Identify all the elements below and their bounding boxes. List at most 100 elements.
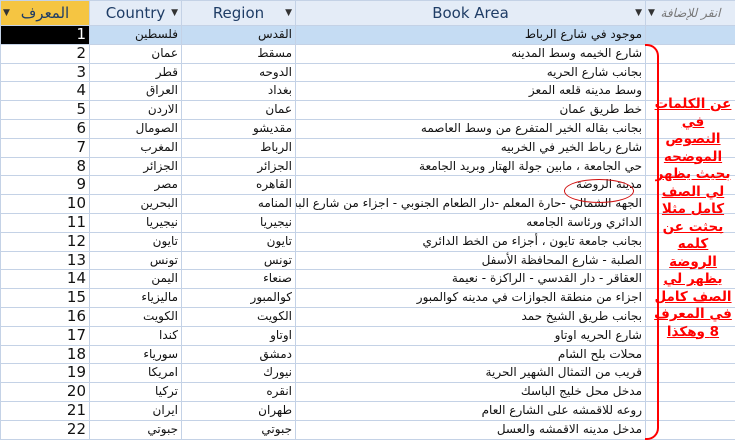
id-cell[interactable]: 6 (0, 118, 90, 139)
book-area-cell[interactable]: الصلبة - شارع المحافظة الأسفل (295, 250, 646, 271)
table-row[interactable]: 1 فلسطين القدس موجود في شارع الرباط (0, 25, 735, 45)
book-area-cell[interactable]: شارع رباط الخير في الخربيه (295, 137, 646, 158)
region-cell[interactable]: طهران (181, 400, 296, 421)
region-cell[interactable]: الرباط (181, 137, 296, 158)
id-cell[interactable]: 19 (0, 363, 90, 384)
id-cell[interactable]: 18 (0, 344, 90, 365)
book-area-cell[interactable]: بجانب جامعة تايون ، أجزاء من الخط الدائر… (295, 231, 646, 252)
column-header-book-area[interactable]: Book Area ▼ (295, 0, 646, 26)
country-cell[interactable]: تركيا (89, 382, 182, 402)
dropdown-arrow-icon[interactable]: ▼ (3, 2, 10, 25)
dropdown-arrow-icon[interactable]: ▼ (285, 2, 292, 25)
id-cell[interactable]: 17 (0, 325, 90, 346)
column-header-country[interactable]: Country ▼ (89, 0, 182, 26)
column-header-id[interactable]: المعرف ▼ (0, 0, 90, 26)
country-cell[interactable]: البحرين (89, 194, 182, 214)
id-cell[interactable]: 20 (0, 382, 90, 402)
id-cell[interactable]: 22 (0, 419, 90, 440)
country-cell[interactable]: سورياء (89, 344, 182, 365)
region-cell[interactable]: اوتاو (181, 325, 296, 346)
book-area-cell[interactable]: بجانب طريق الشيخ حمد (295, 306, 646, 327)
dropdown-arrow-icon[interactable]: ▼ (635, 2, 642, 25)
book-area-cell[interactable]: روعه للاقمشه على الشارع العام (295, 400, 646, 421)
id-cell[interactable]: 14 (0, 269, 90, 290)
book-area-cell[interactable]: بجانب شارع الحريه (295, 62, 646, 83)
country-cell[interactable]: امريكا (89, 363, 182, 384)
table-row[interactable]: 12 تايون تايون بجانب جامعة تايون ، أجزاء من… (0, 231, 735, 252)
id-cell[interactable]: 11 (0, 212, 90, 233)
book-area-cell[interactable]: شارع الخيمه وسط المدينه (295, 43, 646, 64)
country-cell[interactable]: ماليزياء (89, 288, 182, 308)
region-cell[interactable]: نيجيريا (181, 212, 296, 233)
region-cell[interactable]: مسقط (181, 43, 296, 64)
region-cell[interactable]: نيورك (181, 363, 296, 384)
country-cell[interactable]: جبوتي (89, 419, 182, 440)
id-cell[interactable]: 7 (0, 137, 90, 158)
id-cell[interactable]: 4 (0, 81, 90, 102)
book-area-cell[interactable]: خط طريق عمان (295, 100, 646, 120)
book-area-cell[interactable]: محلات بلح الشام (295, 344, 646, 365)
id-cell[interactable]: 15 (0, 288, 90, 308)
country-cell[interactable]: تونس (89, 250, 182, 271)
region-cell[interactable]: القدس (181, 25, 296, 45)
region-cell[interactable]: المنامه (181, 194, 296, 214)
column-header-region[interactable]: Region ▼ (181, 0, 296, 26)
country-cell[interactable]: نيجيريا (89, 212, 182, 233)
book-area-cell[interactable]: اجزاء من منطقة الجوازات في مدينه كوالمبو… (295, 288, 646, 308)
country-cell[interactable]: الصومال (89, 118, 182, 139)
table-row[interactable]: 22 جبوتي جبوتي مدخل مدينه الاقمشه والعسل (0, 419, 735, 440)
region-cell[interactable]: جبوتي (181, 419, 296, 440)
book-area-cell[interactable]: بجانب بقاله الخير المتفرع من وسط العاصمه (295, 118, 646, 139)
region-cell[interactable]: تايون (181, 231, 296, 252)
region-cell[interactable]: مقديشو (181, 118, 296, 139)
book-area-cell[interactable]: شارع الحريه اوتاو (295, 325, 646, 346)
column-header-click-to-add[interactable]: انقر للإضافة ▼ (645, 0, 735, 26)
region-cell[interactable]: الكويت (181, 306, 296, 327)
region-cell[interactable]: الدوحه (181, 62, 296, 83)
book-area-cell[interactable]: موجود في شارع الرباط (295, 25, 646, 45)
country-cell[interactable]: المغرب (89, 137, 182, 158)
dropdown-arrow-icon[interactable]: ▼ (171, 2, 178, 25)
country-cell[interactable]: الكويت (89, 306, 182, 327)
id-cell[interactable]: 3 (0, 62, 90, 83)
table-row[interactable]: 5 الاردن عمان خط طريق عمان (0, 100, 735, 120)
region-cell[interactable]: كوالمبور (181, 288, 296, 308)
table-row[interactable]: 15 ماليزياء كوالمبور اجزاء من منطقة الجوازا… (0, 288, 735, 308)
book-area-cell[interactable]: العقاقر - دار القدسي - الراكزة - نعيمة (295, 269, 646, 290)
id-cell[interactable]: 12 (0, 231, 90, 252)
id-cell[interactable]: 1 (0, 25, 90, 45)
table-row[interactable]: 7 المغرب الرباط شارع رباط الخير في الخربيه (0, 137, 735, 158)
region-cell[interactable]: بغداد (181, 81, 296, 102)
table-row[interactable]: 11 نيجيريا نيجيريا الدائري ورئاسة الجامعه (0, 212, 735, 233)
book-area-cell[interactable]: مدخل محل خليج الباسك (295, 382, 646, 402)
table-row[interactable]: 14 اليمن صنعاء العقاقر - دار القدسي - الراك… (0, 269, 735, 290)
country-cell[interactable]: الاردن (89, 100, 182, 120)
id-cell[interactable]: 9 (0, 175, 90, 196)
region-cell[interactable]: الجزائر (181, 156, 296, 177)
table-row[interactable]: 13 تونس تونس الصلبة - شارع المحافظة الأسفل (0, 250, 735, 271)
country-cell[interactable]: فلسطين (89, 25, 182, 45)
country-cell[interactable]: العراق (89, 81, 182, 102)
id-cell[interactable]: 5 (0, 100, 90, 120)
country-cell[interactable]: كندا (89, 325, 182, 346)
country-cell[interactable]: اليمن (89, 269, 182, 290)
table-row[interactable]: 4 العراق بغداد وسط مدينه قلعه المعز (0, 81, 735, 102)
country-cell[interactable]: ايران (89, 400, 182, 421)
book-area-cell[interactable]: وسط مدينه قلعه المعز (295, 81, 646, 102)
table-row[interactable]: 3 قطر الدوحه بجانب شارع الحريه (0, 62, 735, 83)
id-cell[interactable]: 16 (0, 306, 90, 327)
book-area-cell[interactable]: حي الجامعة ، مابين جولة الهتار وبريد الج… (295, 156, 646, 177)
country-cell[interactable]: الجزائر (89, 156, 182, 177)
table-row[interactable]: 20 تركيا انقره مدخل محل خليج الباسك (0, 382, 735, 402)
table-row[interactable]: 2 عمان مسقط شارع الخيمه وسط المدينه (0, 43, 735, 64)
region-cell[interactable]: انقره (181, 382, 296, 402)
id-cell[interactable]: 13 (0, 250, 90, 271)
country-cell[interactable]: مصر (89, 175, 182, 196)
book-area-cell[interactable]: قريب من التمثال الشهير الحرية (295, 363, 646, 384)
id-cell[interactable]: 8 (0, 156, 90, 177)
id-cell[interactable]: 2 (0, 43, 90, 64)
table-row[interactable]: 6 الصومال مقديشو بجانب بقاله الخير المتفرع … (0, 118, 735, 139)
region-cell[interactable]: عمان (181, 100, 296, 120)
id-cell[interactable]: 10 (0, 194, 90, 214)
country-cell[interactable]: تايون (89, 231, 182, 252)
